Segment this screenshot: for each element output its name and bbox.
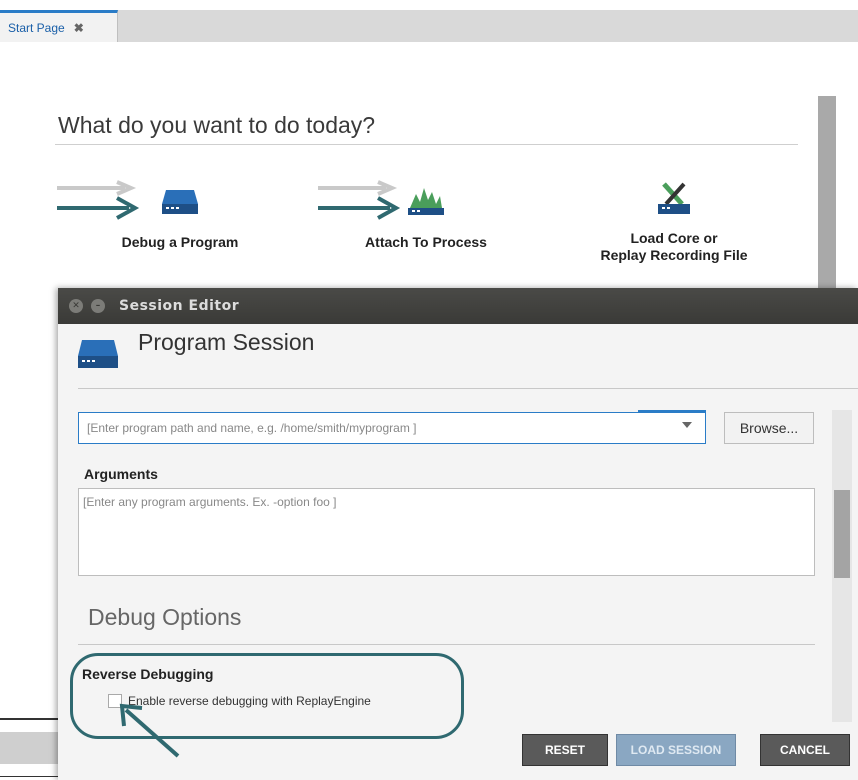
process-graph-icon [408,188,444,215]
debug-program-action[interactable]: Debug a Program [100,186,260,251]
session-title: Program Session [138,329,315,355]
action-label: Debug a Program [121,234,239,250]
load-core-action[interactable]: Load Core or Replay Recording File [584,180,764,264]
reset-button[interactable]: RESET [522,734,608,766]
action-label: Load Core or [630,230,718,246]
section-divider [78,388,858,389]
debug-options-title: Debug Options [88,604,242,630]
drive-icon [162,190,198,214]
tools-drive-icon [658,182,690,214]
annotation-pointer-arrow-icon [119,703,180,758]
start-page-scrollbar[interactable] [818,96,836,296]
background-divider [0,718,60,720]
background-divider [0,776,60,777]
close-icon[interactable]: ✖ [74,21,84,35]
tab-label: Start Page [8,20,65,35]
scrollbar-thumb[interactable] [834,490,850,578]
dialog-titlebar: ✕ – Session Editor [58,288,858,324]
cancel-button[interactable]: CANCEL [760,734,850,766]
browse-button[interactable]: Browse... [724,412,814,444]
dialog-title: Session Editor [119,298,240,314]
drive-icon [78,340,118,368]
heading-divider [55,144,798,145]
arguments-input[interactable]: [Enter any program arguments. Ex. -optio… [78,488,815,576]
action-label-2: Replay Recording File [600,247,748,263]
arguments-label: Arguments [84,466,158,482]
arguments-placeholder: [Enter any program arguments. Ex. -optio… [83,495,337,509]
background-panel [0,732,60,764]
action-label: Attach To Process [365,234,487,250]
close-icon[interactable]: ✕ [69,299,83,313]
minimize-icon[interactable]: – [91,299,105,313]
page-title: What do you want to do today? [58,112,376,138]
program-path-input[interactable]: [Enter program path and name, e.g. /home… [78,412,706,444]
chevron-down-icon[interactable] [682,422,692,428]
section-divider [78,644,815,645]
attach-process-action[interactable]: Attach To Process [346,186,506,251]
load-session-button[interactable]: LOAD SESSION [616,734,736,766]
program-path-placeholder: [Enter program path and name, e.g. /home… [87,421,417,435]
tab-start-page[interactable]: Start Page ✖ [0,10,118,42]
tab-bar: Start Page ✖ [0,10,858,43]
